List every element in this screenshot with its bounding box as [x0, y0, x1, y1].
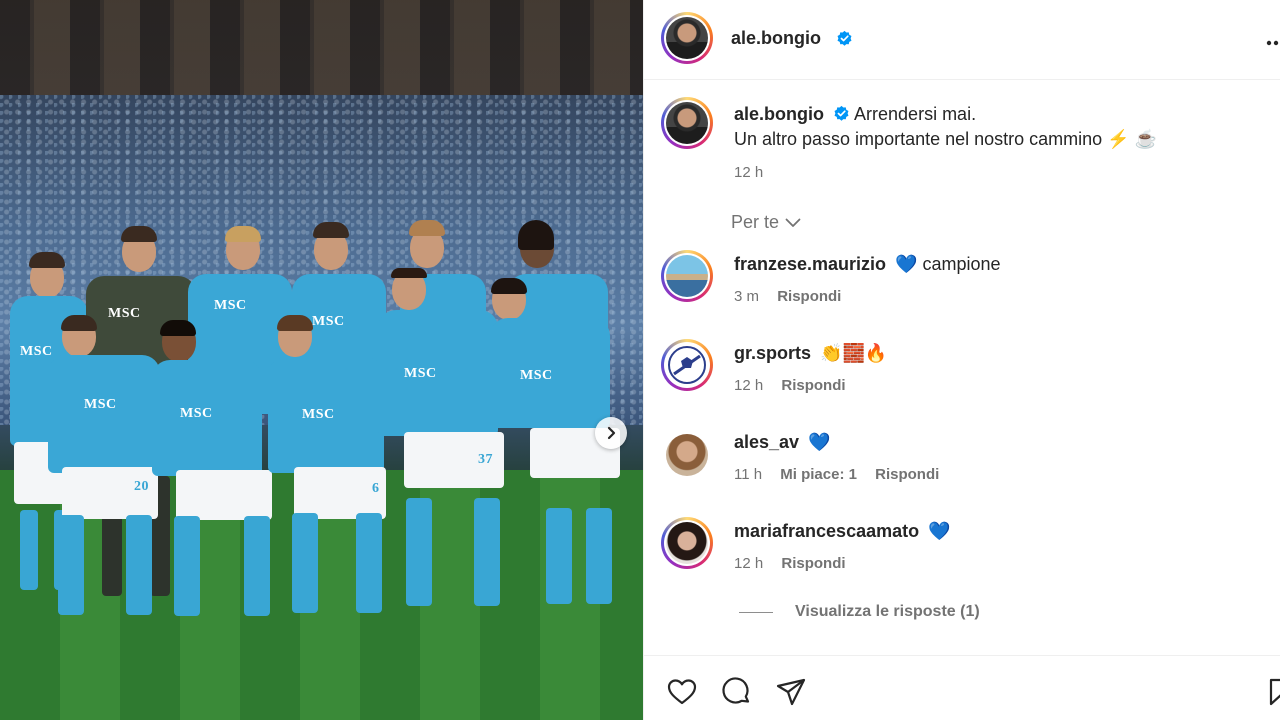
- comment-item: ales_av 💙 11 h Mi piace: 1 Rispondi: [644, 428, 1280, 498]
- share-button[interactable]: [775, 676, 807, 708]
- comment-username[interactable]: gr.sports: [734, 343, 811, 363]
- comment-username[interactable]: franzese.maurizio: [734, 254, 886, 274]
- comment-time[interactable]: 12 h: [734, 555, 763, 572]
- comment-text: 💙 campione: [895, 254, 1001, 274]
- reply-button[interactable]: Rispondi: [781, 555, 845, 572]
- post-caption: ale.bongio Arrendersi mai. Un altro pass…: [734, 102, 1157, 185]
- comment-item: gr.sports 👏🧱🔥 12 h Rispondi: [644, 339, 1280, 409]
- reply-button[interactable]: Rispondi: [781, 377, 845, 394]
- post-photo[interactable]: MSC MSC MSC MSC MSC 20 MSC MSC 6 MSC 37 …: [0, 0, 643, 720]
- stadium-roof: [0, 0, 643, 110]
- next-photo-button[interactable]: [595, 417, 627, 449]
- shirt-number: 20: [134, 479, 149, 494]
- reply-button[interactable]: Rispondi: [875, 466, 939, 483]
- reply-button[interactable]: Rispondi: [777, 288, 841, 305]
- replies-divider: [739, 611, 773, 613]
- shirt-number: 6: [372, 481, 380, 496]
- commenter-avatar[interactable]: [666, 434, 708, 476]
- comment-username[interactable]: mariafrancescaamato: [734, 521, 919, 541]
- chevron-right-icon: [607, 426, 616, 440]
- comment-item: franzese.maurizio 💙 campione 3 m Rispond…: [644, 250, 1280, 320]
- comment-sort-dropdown[interactable]: Per te: [731, 212, 801, 233]
- view-replies-button[interactable]: Visualizza le risposte (1): [739, 603, 980, 621]
- verified-badge-icon: [837, 30, 852, 46]
- like-button[interactable]: [666, 676, 698, 708]
- caption-time[interactable]: 12 h: [734, 160, 1157, 185]
- comment-username[interactable]: ales_av: [734, 432, 799, 452]
- commenter-avatar[interactable]: [661, 339, 713, 391]
- sponsor-logo: MSC: [312, 314, 345, 329]
- bookmark-icon: [1269, 678, 1280, 706]
- sort-label: Per te: [731, 212, 780, 232]
- comment-time[interactable]: 3 m: [734, 288, 759, 305]
- sponsor-logo: MSC: [302, 407, 335, 422]
- sponsor-logo: MSC: [20, 344, 53, 359]
- comment-text: 💙: [808, 432, 831, 452]
- heart-icon: [667, 679, 697, 705]
- soccer-ball-icon: [668, 346, 706, 384]
- ellipsis-icon: [1266, 40, 1279, 46]
- more-options-button[interactable]: [1266, 26, 1280, 52]
- caption-username[interactable]: ale.bongio: [734, 104, 824, 124]
- author-username[interactable]: ale.bongio: [731, 28, 821, 49]
- sponsor-logo: MSC: [108, 306, 141, 321]
- comment-button[interactable]: [721, 676, 753, 708]
- post-actions-bar: [644, 655, 1280, 720]
- shirt-number: 37: [478, 452, 493, 467]
- comment-likes[interactable]: Mi piace: 1: [780, 466, 857, 483]
- caption-author-avatar[interactable]: [661, 97, 713, 149]
- comment-time[interactable]: 11 h: [734, 466, 762, 483]
- caption-line-1: Arrendersi mai.: [854, 104, 977, 124]
- verified-badge-icon: [834, 105, 849, 121]
- comment-text: 👏🧱🔥: [820, 343, 888, 363]
- chevron-down-icon: [785, 218, 801, 227]
- comment-time[interactable]: 12 h: [734, 377, 763, 394]
- comment-icon: [722, 677, 750, 704]
- sponsor-logo: MSC: [404, 366, 437, 381]
- comment-text: 💙: [928, 521, 951, 541]
- post-header: ale.bongio: [644, 0, 1280, 80]
- sponsor-logo: MSC: [214, 298, 247, 313]
- caption-line-2: Un altro passo importante nel nostro cam…: [734, 129, 1157, 149]
- save-button[interactable]: [1265, 676, 1280, 708]
- sponsor-logo: MSC: [520, 368, 553, 383]
- post-details-panel: ale.bongio ale.bongio Arrendersi mai. Un…: [643, 0, 1280, 720]
- sponsor-logo: MSC: [84, 397, 117, 412]
- comment-item: mariafrancescaamato 💙 12 h Rispondi: [644, 517, 1280, 587]
- sponsor-logo: MSC: [180, 406, 213, 421]
- commenter-avatar[interactable]: [661, 250, 713, 302]
- commenter-avatar[interactable]: [661, 517, 713, 569]
- author-avatar[interactable]: [661, 12, 713, 64]
- view-replies-label: Visualizza le risposte (1): [795, 603, 980, 620]
- send-icon: [776, 678, 806, 706]
